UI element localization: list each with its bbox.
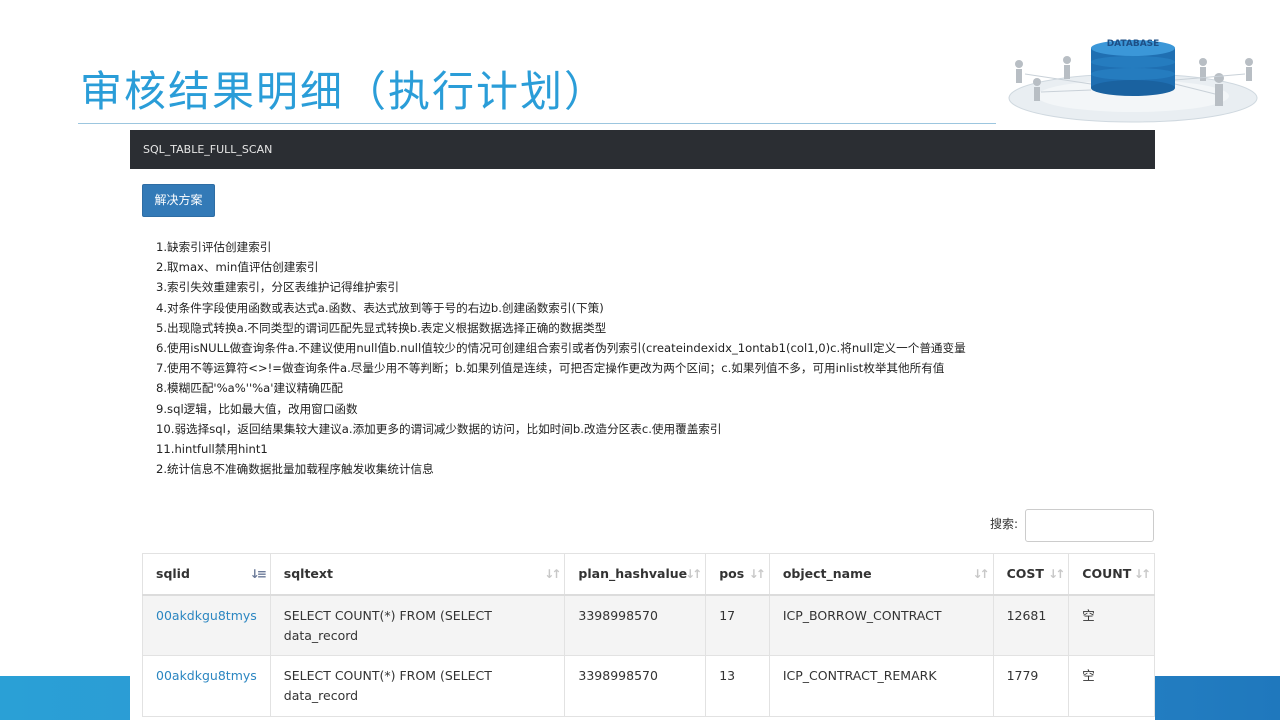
solution-item: 8.模糊匹配'%a%''%a'建议精确匹配: [156, 381, 344, 396]
column-header-plan-hashvalue[interactable]: plan_hashvalue ↓↑: [564, 553, 707, 596]
solution-item: 11.hintfull禁用hint1: [156, 442, 268, 457]
title-divider: [78, 123, 996, 124]
sort-asc-icon[interactable]: ↓≡: [250, 567, 267, 581]
solution-list: 1.缺索引评估创建索引 2.取max、min值评估创建索引 3.索引失效重建索引…: [156, 237, 966, 479]
cell-pos: 17: [705, 594, 770, 656]
sqlid-link[interactable]: 00akdkgu8tmys: [156, 608, 257, 623]
column-header-cost[interactable]: COST ↓↑: [992, 553, 1070, 596]
sort-icon[interactable]: ↓↑: [749, 567, 766, 581]
solution-item: 6.使用isNULL做查询条件a.不建议使用null值b.null值较少的情况可…: [156, 341, 966, 356]
search-input[interactable]: [1025, 509, 1154, 542]
rule-header: SQL_TABLE_FULL_SCAN: [130, 130, 1155, 169]
solution-item: 2.统计信息不准确数据批量加载程序触发收集统计信息: [156, 462, 434, 477]
solution-item: 2.取max、min值评估创建索引: [156, 260, 319, 275]
cell-pos: 13: [705, 655, 770, 717]
cell-cost: 12681: [992, 594, 1070, 656]
solution-item: 4.对条件字段使用函数或表达式a.函数、表达式放到等于号的右边b.创建函数索引(…: [156, 300, 604, 315]
sort-icon[interactable]: ↓↑: [1048, 567, 1065, 581]
cell-count: 空: [1068, 655, 1155, 717]
column-header-sqlid[interactable]: sqlid ↓≡: [142, 553, 271, 596]
audit-result-panel: SQL_TABLE_FULL_SCAN 解决方案 1.缺索引评估创建索引 2.取…: [130, 130, 1155, 720]
slide-title: 审核结果明细（执行计划）: [80, 67, 609, 116]
cell-sqlid[interactable]: 00akdkgu8tmys: [142, 594, 271, 656]
cell-cost: 1779: [992, 655, 1070, 717]
column-header-count[interactable]: COUNT ↓↑: [1068, 553, 1155, 596]
table-header-row: sqlid ↓≡ sqltext ↓↑ plan_hashvalue ↓↑ pos ↓↑…: [142, 553, 1155, 596]
cell-plan-hashvalue: 3398998570: [564, 594, 707, 656]
cell-plan-hashvalue: 3398998570: [564, 655, 707, 717]
sort-icon[interactable]: ↓↑: [1134, 567, 1151, 581]
column-header-sqltext[interactable]: sqltext ↓↑: [269, 553, 566, 596]
solution-item: 9.sql逻辑，比如最大值，改用窗口函数: [156, 401, 358, 416]
column-header-pos[interactable]: pos ↓↑: [705, 553, 770, 596]
sort-icon[interactable]: ↓↑: [544, 567, 561, 581]
sqlid-link[interactable]: 00akdkgu8tmys: [156, 668, 257, 683]
search-label: 搜索:: [990, 517, 1019, 531]
cell-object-name: ICP_BORROW_CONTRACT: [768, 594, 994, 656]
solution-button[interactable]: 解决方案: [142, 184, 215, 217]
cell-count: 空: [1068, 594, 1155, 656]
solution-item: 10.弱选择sql，返回结果集较大建议a.添加更多的谓词减少数据的访问，比如时间…: [156, 421, 722, 436]
solution-item: 5.出现隐式转换a.不同类型的谓词匹配先显式转换b.表定义根据数据选择正确的数据…: [156, 320, 607, 335]
sort-icon[interactable]: ↓↑: [685, 567, 702, 581]
solution-item: 7.使用不等运算符<>!=做查询条件a.尽量少用不等判断；b.如果列值是连续，可…: [156, 361, 945, 376]
solution-item: 1.缺索引评估创建索引: [156, 240, 272, 254]
cell-object-name: ICP_CONTRACT_REMARK: [768, 655, 994, 717]
database-label: DATABASE: [1107, 39, 1160, 49]
cell-sqltext: SELECT COUNT(*) FROM (SELECT data_record: [269, 655, 566, 717]
table-row: 00akdkgu8tmys SELECT COUNT(*) FROM (SELE…: [142, 594, 1155, 656]
database-illustration: DATABASE: [1008, 39, 1258, 123]
results-table: sqlid ↓≡ sqltext ↓↑ plan_hashvalue ↓↑ pos ↓↑…: [142, 553, 1155, 717]
solution-item: 3.索引失效重建索引，分区表维护记得维护索引: [156, 280, 399, 295]
sort-icon[interactable]: ↓↑: [972, 567, 989, 581]
cell-sqlid[interactable]: 00akdkgu8tmys: [142, 655, 271, 717]
table-row: 00akdkgu8tmys SELECT COUNT(*) FROM (SELE…: [142, 655, 1155, 717]
cell-sqltext: SELECT COUNT(*) FROM (SELECT data_record: [269, 594, 566, 656]
column-header-object-name[interactable]: object_name ↓↑: [768, 553, 994, 596]
